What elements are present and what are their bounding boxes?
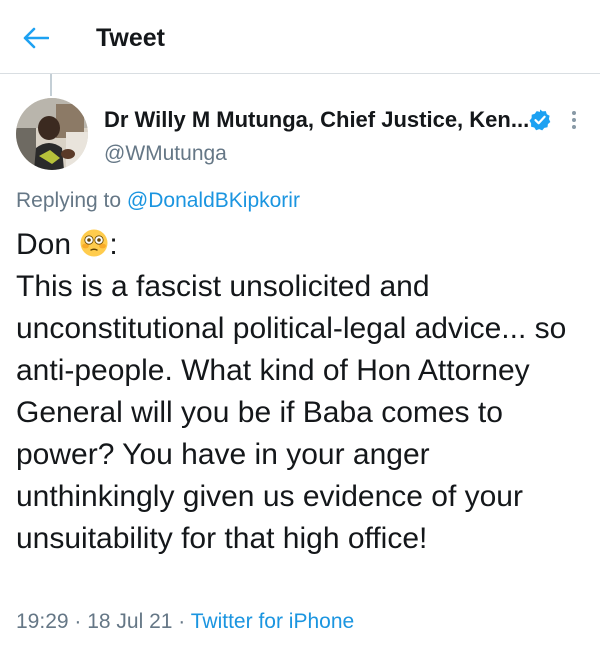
arrow-left-icon — [23, 27, 49, 49]
replying-to-label: Replying to — [16, 189, 127, 212]
back-button[interactable] — [14, 18, 58, 58]
more-options-button[interactable] — [562, 106, 586, 134]
tweet-time[interactable]: 19:29 — [16, 610, 69, 633]
meta-separator: · — [68, 610, 88, 633]
meta-separator: · — [172, 610, 191, 633]
tweet-page: Tweet Dr Willy M Mutunga, Chief Justice,… — [0, 0, 600, 659]
verified-badge-icon — [529, 109, 551, 131]
tweet-text: Don : This is a fascist unsolicited and … — [16, 224, 591, 560]
replying-to-line: Replying to @DonaldBKipkorir — [16, 187, 300, 215]
avatar-photo — [16, 98, 88, 170]
tweet-greeting: Don — [16, 228, 72, 261]
top-bar: Tweet — [0, 0, 600, 74]
tweet-meta: 19:29 · 18 Jul 21 · Twitter for iPhone — [16, 608, 354, 636]
tweet-body-text: This is a fascist unsolicited and uncons… — [16, 270, 567, 555]
tweet-date[interactable]: 18 Jul 21 — [87, 610, 172, 633]
author-handle[interactable]: @WMutunga — [104, 140, 227, 168]
tweet-source-link[interactable]: Twitter for iPhone — [191, 610, 354, 633]
author-avatar[interactable] — [16, 98, 88, 170]
page-title: Tweet — [96, 24, 165, 52]
tweet-greeting-line: Don : — [16, 224, 591, 266]
author-name[interactable]: Dr Willy M Mutunga, Chief Justice, Ken..… — [104, 106, 529, 134]
tweet-greeting-suffix: : — [109, 228, 118, 261]
more-vertical-icon — [572, 111, 576, 129]
flushed-face-emoji-icon — [80, 229, 108, 257]
reply-to-mention-link[interactable]: @DonaldBKipkorir — [127, 189, 300, 212]
thread-connector-line — [50, 74, 52, 96]
